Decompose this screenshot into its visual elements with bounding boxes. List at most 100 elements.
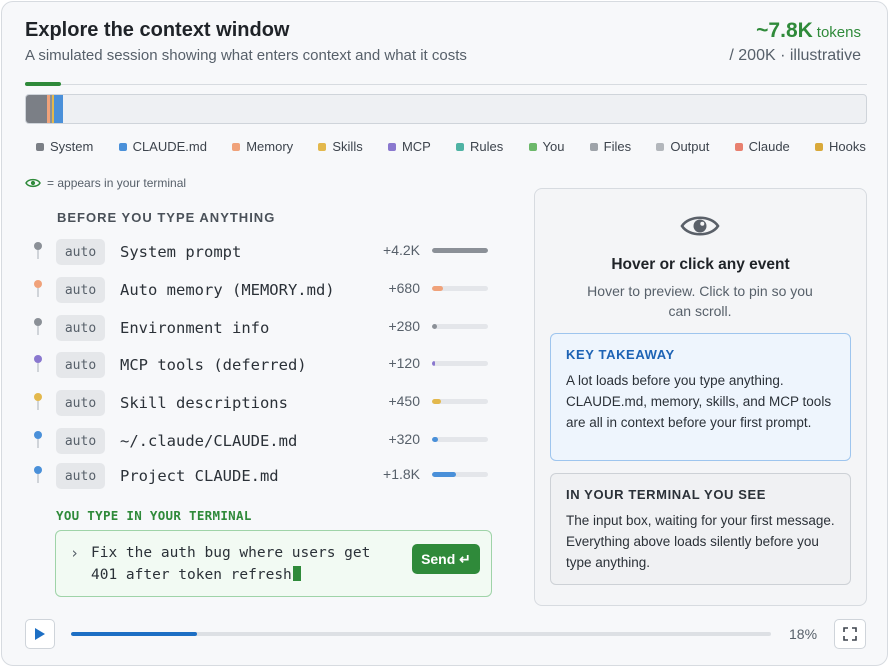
event-cost-fill [432, 361, 436, 366]
header-divider [25, 84, 867, 85]
legend-swatch [118, 142, 127, 151]
legend-label: Memory [246, 139, 294, 154]
event-stem [37, 474, 39, 483]
legend-label: MCP [401, 139, 431, 154]
event-cost-meter [432, 248, 488, 253]
token-unit: tokens [816, 24, 861, 41]
legend-swatch [589, 142, 598, 151]
legend-item: Output [656, 139, 709, 154]
event-cost-meter [432, 399, 488, 404]
event-row[interactable]: auto Auto memory (MEMORY.md) +680 [32, 277, 492, 307]
key-takeaway-card: KEY TAKEAWAY A lot loads before you type… [550, 333, 851, 461]
event-stem [37, 439, 39, 448]
event-dot [34, 280, 42, 288]
legend-swatch [318, 142, 327, 151]
event-row[interactable]: auto Skill descriptions +450 [32, 390, 492, 420]
event-cost-meter [432, 437, 488, 442]
legend-label: Rules [470, 139, 504, 154]
send-button[interactable]: Send ↵ [412, 544, 480, 574]
event-row[interactable]: auto Project CLAUDE.md +1.8K [32, 463, 492, 493]
details-panel: Hover or click any event Hover to previe… [534, 188, 867, 606]
legend-item: Hooks [815, 139, 866, 154]
legend-item: Claude [734, 139, 790, 154]
terminal-heading: IN YOUR TERMINAL YOU SEE [566, 487, 767, 502]
event-row[interactable]: auto MCP tools (deferred) +120 [32, 352, 492, 382]
event-dot [34, 466, 42, 474]
terminal-view-card: IN YOUR TERMINAL YOU SEE The input box, … [550, 473, 851, 585]
context-segment-system [26, 95, 47, 123]
terminal-note: = appears in your terminal [25, 176, 186, 190]
category-legend: System CLAUDE.md Memory Skills MCP Rules You Fi… [36, 139, 866, 154]
legend-item: Rules [456, 139, 503, 154]
event-cost-fill [432, 399, 441, 404]
event-stem [37, 326, 39, 335]
event-badge: auto [56, 428, 105, 454]
event-cost: +120 [388, 355, 420, 371]
event-cost-meter [432, 361, 488, 366]
legend-swatch [456, 142, 465, 151]
legend-item: Files [589, 139, 632, 154]
playback-progress-fill [71, 632, 197, 636]
legend-item: Memory [232, 139, 293, 154]
event-name: Auto memory (MEMORY.md) [120, 281, 335, 299]
play-icon [35, 628, 45, 640]
token-count: ~7.8K [756, 19, 813, 42]
header-active-indicator [25, 82, 61, 86]
legend-swatch [387, 142, 396, 151]
event-row[interactable]: auto Environment info +280 [32, 315, 492, 345]
eye-icon [25, 178, 41, 188]
legend-swatch [528, 142, 537, 151]
legend-label: System [50, 139, 94, 154]
event-cost: +280 [388, 318, 420, 334]
event-stem [37, 401, 39, 410]
event-name: System prompt [120, 243, 242, 261]
event-cost-fill [432, 324, 438, 329]
event-cost-fill [432, 437, 439, 442]
event-name: Environment info [120, 319, 270, 337]
legend-label: Claude [748, 139, 790, 154]
event-name: MCP tools (deferred) [120, 356, 307, 374]
prompt-input[interactable]: › Fix the auth bug where users get 401 a… [55, 530, 492, 597]
event-cost: +450 [388, 393, 420, 409]
event-cost-meter [432, 324, 488, 329]
event-dot [34, 393, 42, 401]
event-cost-fill [432, 286, 444, 291]
text-cursor [292, 566, 301, 581]
legend-label: Hooks [829, 139, 866, 154]
event-cost: +1.8K [383, 466, 420, 482]
event-cost: +4.2K [383, 242, 420, 258]
context-usage-bar [25, 94, 867, 124]
legend-swatch [734, 142, 743, 151]
legend-item: System [36, 139, 93, 154]
legend-item: CLAUDE.md [118, 139, 207, 154]
prompt-text-wrap: Fix the auth bug where users get 401 aft… [91, 542, 401, 586]
fullscreen-button[interactable] [834, 619, 866, 649]
event-badge: auto [56, 239, 105, 265]
event-badge: auto [56, 352, 105, 378]
event-cost-meter [432, 472, 488, 477]
event-row[interactable]: auto ~/.claude/CLAUDE.md +320 [32, 428, 492, 458]
event-stem [37, 250, 39, 259]
token-counter: ~7.8K tokens [756, 19, 861, 43]
panel-title: Hover or click any event [611, 256, 790, 273]
playback-timeline[interactable] [71, 632, 771, 636]
event-badge: auto [56, 463, 105, 489]
event-badge: auto [56, 315, 105, 341]
section-you-label: YOU TYPE IN YOUR TERMINAL [56, 508, 252, 523]
prompt-text: Fix the auth bug where users get 401 aft… [91, 545, 371, 583]
event-cost-fill [432, 248, 488, 253]
event-stem [37, 288, 39, 297]
playback-percent: 18% [789, 626, 818, 642]
legend-label: Skills [332, 139, 363, 154]
page-title: Explore the context window [25, 19, 290, 41]
event-cost: +680 [388, 280, 420, 296]
event-stem [37, 363, 39, 372]
legend-label: You [542, 139, 565, 154]
event-row[interactable]: auto System prompt +4.2K [32, 239, 492, 269]
event-badge: auto [56, 277, 105, 303]
legend-item: Skills [318, 139, 363, 154]
legend-label: CLAUDE.md [132, 139, 207, 154]
legend-label: Files [603, 139, 632, 154]
event-badge: auto [56, 390, 105, 416]
play-button[interactable] [25, 619, 55, 649]
